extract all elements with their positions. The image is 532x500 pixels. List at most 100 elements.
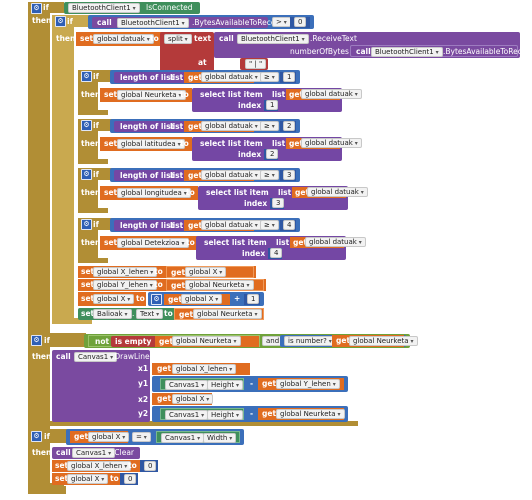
gear-icon[interactable]: ⚙ — [81, 71, 92, 82]
var-dropdown[interactable]: global datuak — [201, 72, 262, 82]
gear-icon[interactable]: ⚙ — [81, 120, 92, 131]
gear-icon[interactable]: ⚙ — [31, 431, 42, 442]
not-block[interactable]: not is empty get global Neurketa — [88, 335, 260, 347]
set-x-lehen-zero-block[interactable]: set global X_lehen to 0 — [52, 460, 158, 472]
math-minus-block[interactable]: Canvas1 . Height - get global Y_lehen — [152, 376, 348, 392]
get-datuak[interactable]: get global datuak — [286, 138, 362, 149]
var-dropdown[interactable]: global X — [93, 294, 135, 304]
bt-component-dropdown[interactable]: BluetoothClient1 — [68, 3, 140, 13]
get-x[interactable]: get global X — [152, 393, 214, 405]
if-latitudea-header[interactable]: ⚙ if — [78, 119, 112, 131]
var-dropdown[interactable]: global datuak — [93, 34, 154, 44]
var-dropdown[interactable]: global Neurketa — [117, 90, 186, 100]
split-block[interactable]: split text at — [160, 32, 214, 72]
call-bytes-available-2[interactable]: call BluetoothClient1 .BytesAvailableToR… — [350, 45, 532, 57]
var-dropdown[interactable]: global X — [181, 294, 223, 304]
gear-icon[interactable]: ⚙ — [151, 294, 162, 305]
set-latitudea-block[interactable]: set global latitudea to — [100, 137, 192, 151]
number-block[interactable]: 2 — [264, 149, 279, 160]
select-list-item-block[interactable]: select list item list get global datuak … — [196, 236, 366, 260]
var-dropdown[interactable]: global Y_lehen — [93, 280, 157, 290]
select-list-item-block[interactable]: select list item list get global datuak … — [192, 88, 362, 112]
number-block[interactable]: 1 — [244, 294, 260, 305]
length-of-list-block[interactable]: length of list list get global datuak — [114, 121, 262, 132]
gear-icon[interactable]: ⚙ — [55, 16, 66, 27]
get-neurketa[interactable]: get global Neurketa — [174, 308, 264, 320]
canvas-height-block[interactable]: Canvas1 . Height — [160, 408, 244, 420]
var-dropdown[interactable]: global X_lehen — [172, 364, 237, 374]
var-dropdown[interactable]: global datuak — [305, 237, 366, 247]
canvas-component-dropdown[interactable]: Canvas1 — [74, 352, 118, 362]
operator-dropdown[interactable]: = — [132, 432, 151, 442]
var-dropdown[interactable]: global datuak — [301, 89, 362, 99]
number-block[interactable]: 0 — [140, 460, 158, 472]
set-x-lehen-block[interactable]: set global X_lehen to get global X — [78, 266, 256, 278]
canvas-component-dropdown[interactable]: Canvas1 — [165, 380, 209, 390]
bt-component-dropdown[interactable]: BluetoothClient1 — [237, 34, 309, 44]
math-minus-block[interactable]: Canvas1 . Height - get global Neurketa — [152, 406, 348, 422]
var-dropdown[interactable]: global datuak — [201, 220, 262, 230]
number-value[interactable]: 4 — [283, 220, 296, 230]
var-dropdown[interactable]: global X — [88, 432, 130, 442]
number-value[interactable]: 1 — [266, 100, 279, 110]
var-dropdown[interactable]: global Detekzioa — [117, 238, 189, 248]
number-block[interactable]: 2 — [280, 121, 296, 132]
if-detekzioa-header[interactable]: ⚙ if — [78, 218, 112, 230]
canvas-component-dropdown[interactable]: Canvas1 — [165, 410, 209, 420]
var-dropdown[interactable]: global Neurketa — [172, 336, 241, 346]
number-value[interactable]: 3 — [283, 170, 296, 180]
separator-value[interactable]: " | " — [245, 59, 267, 69]
var-dropdown[interactable]: global datuak — [307, 187, 368, 197]
set-balioak-text-block[interactable]: set Balioak . Text to get global Neurket… — [78, 308, 264, 320]
var-dropdown[interactable]: global Neurketa — [185, 280, 254, 290]
operator-dropdown[interactable]: ≥ — [260, 220, 279, 230]
get-datuak[interactable]: get global datuak — [286, 89, 362, 100]
var-dropdown[interactable]: global Neurketa — [276, 409, 345, 419]
get-y-lehen[interactable]: get global Y_lehen — [258, 378, 344, 390]
if-bytes-header[interactable]: ⚙ if — [52, 15, 90, 27]
number-block[interactable]: 4 — [280, 220, 296, 231]
number-block[interactable]: 3 — [280, 170, 296, 181]
and-block[interactable]: not is empty get global Neurketa and is … — [84, 334, 418, 348]
operator-dropdown[interactable]: ≥ — [260, 72, 279, 82]
canvas-height-block[interactable]: Canvas1 . Height — [160, 378, 244, 390]
split-dropdown[interactable]: split — [164, 34, 192, 44]
math-add-block[interactable]: ⚙ get global X + 1 — [148, 292, 264, 306]
number-value[interactable]: 2 — [283, 121, 296, 131]
var-dropdown[interactable]: global Neurketa — [349, 336, 418, 346]
var-dropdown[interactable]: global datuak — [301, 138, 362, 148]
compare-eq-block[interactable]: get global X = Canvas1 . Width — [66, 429, 244, 445]
set-x-block[interactable]: set global X to — [78, 292, 146, 306]
number-value[interactable]: 1 — [247, 294, 260, 304]
get-datuak[interactable]: get global datuak — [290, 237, 366, 248]
number-value[interactable]: 1 — [283, 72, 296, 82]
get-datuak[interactable]: get global datuak — [184, 170, 262, 181]
get-neurketa[interactable]: get global Neurketa — [155, 336, 259, 347]
get-neurketa[interactable]: get global Neurketa — [332, 335, 418, 347]
var-dropdown[interactable]: global X_lehen — [93, 267, 158, 277]
operator-dropdown[interactable]: > — [272, 17, 291, 27]
var-dropdown[interactable]: global X — [172, 394, 214, 404]
number-value[interactable]: 4 — [270, 248, 283, 258]
if-neurketa-header[interactable]: ⚙ if — [78, 70, 112, 82]
if-bytes-block[interactable] — [52, 15, 74, 324]
bt-isconnected-block[interactable]: BluetoothClient1 IsConnected — [64, 2, 200, 14]
length-of-list-block[interactable]: length of list list get global datuak — [114, 72, 262, 83]
length-of-list-block[interactable]: length of list list get global datuak — [114, 220, 262, 231]
number-block[interactable]: 0 — [290, 17, 310, 28]
get-x[interactable]: get global X — [164, 294, 230, 305]
operator-dropdown[interactable]: ≥ — [260, 121, 279, 131]
set-datuak-block[interactable]: set global datuak to — [76, 32, 166, 46]
height-property-dropdown[interactable]: Height — [207, 380, 244, 390]
number-value[interactable]: 2 — [266, 149, 279, 159]
select-list-item-block[interactable]: select list item list get global datuak … — [198, 186, 368, 210]
compare-length-block[interactable]: length of list list get global datuak ≥ … — [110, 119, 300, 133]
balioak-component-dropdown[interactable]: Balioak — [93, 309, 132, 319]
compare-length-block[interactable]: length of list list get global datuak ≥ … — [110, 168, 300, 182]
length-of-list-block[interactable]: length of list list get global datuak — [114, 170, 262, 181]
var-dropdown[interactable]: global X — [185, 267, 227, 277]
var-dropdown[interactable]: global Neurketa — [193, 309, 262, 319]
set-longitudea-block[interactable]: set global longitudea to — [100, 186, 198, 200]
get-datuak[interactable]: get global datuak — [184, 72, 262, 83]
get-neurketa[interactable]: get global X — [166, 266, 254, 278]
